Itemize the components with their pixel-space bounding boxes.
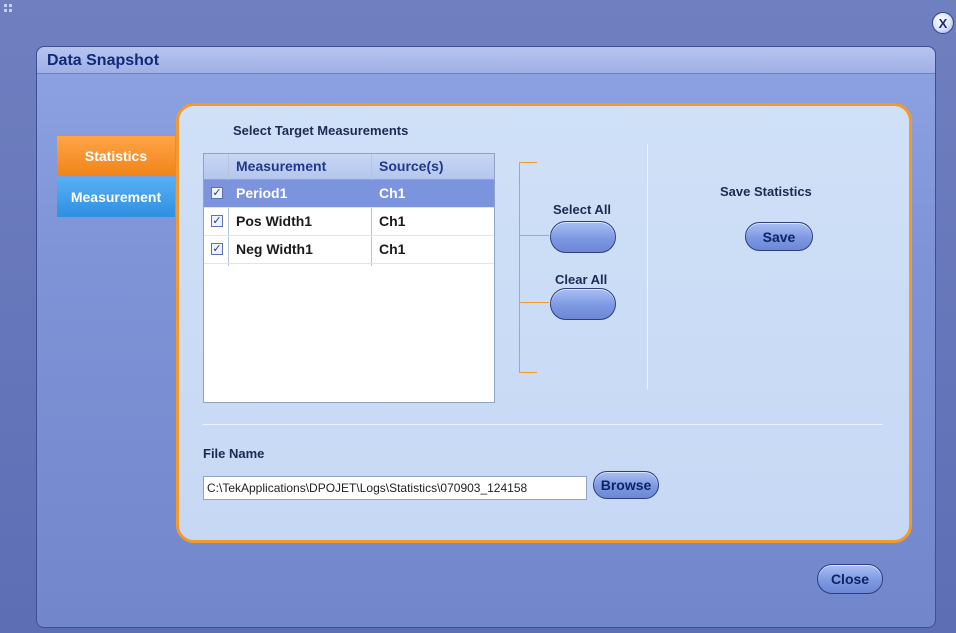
source-cell: Ch1	[379, 213, 406, 229]
file-name-field[interactable]: C:\TekApplications\DPOJET\Logs\Statistic…	[203, 476, 587, 500]
row-checkbox[interactable]: ✓	[211, 215, 223, 227]
tab-measurement[interactable]: Measurement	[57, 177, 175, 217]
file-name-label: File Name	[203, 446, 265, 461]
resize-grip-icon	[4, 4, 18, 18]
section-divider	[203, 424, 883, 425]
source-cell: Ch1	[379, 185, 406, 201]
close-button[interactable]: Close	[817, 564, 883, 594]
bracket-line	[519, 162, 537, 163]
column-header-sources[interactable]: Source(s)	[379, 154, 444, 179]
dialog-title: Data Snapshot	[47, 52, 160, 69]
close-window-button[interactable]: X	[932, 12, 954, 34]
data-snapshot-dialog: Data Snapshot Statistics Measurement Sel…	[36, 46, 936, 628]
bracket-line	[519, 235, 549, 236]
select-all-button[interactable]	[550, 221, 616, 253]
column-header-measurement[interactable]: Measurement	[236, 154, 326, 179]
measurement-cell: Neg Width1	[236, 241, 313, 257]
select-all-label: Select All	[553, 202, 612, 217]
row-checkbox[interactable]: ✓	[211, 243, 223, 255]
table-row[interactable]: ✓ Pos Width1 Ch1	[204, 208, 494, 236]
table-header: Measurement Source(s)	[204, 154, 494, 180]
measurement-table: Measurement Source(s) ✓ Period1 Ch1 ✓ Po…	[203, 153, 495, 403]
measurement-cell: Pos Width1	[236, 213, 313, 229]
bracket-line	[519, 162, 520, 372]
desktop-background: X Data Snapshot Statistics Measurement S…	[0, 0, 956, 633]
row-checkbox[interactable]: ✓	[211, 187, 223, 199]
select-targets-heading: Select Target Measurements	[233, 123, 409, 138]
title-bar: Data Snapshot	[37, 47, 935, 74]
bracket-line	[519, 302, 549, 303]
table-row[interactable]: ✓ Neg Width1 Ch1	[204, 236, 494, 264]
measurement-cell: Period1	[236, 185, 288, 201]
table-row[interactable]: ✓ Period1 Ch1	[204, 180, 494, 208]
clear-all-label: Clear All	[555, 272, 608, 287]
save-statistics-heading: Save Statistics	[720, 184, 812, 199]
statistics-panel: Select Target Measurements Measurement S…	[176, 103, 912, 543]
source-cell: Ch1	[379, 241, 406, 257]
browse-button[interactable]: Browse	[593, 471, 659, 499]
bracket-line	[519, 372, 537, 373]
section-divider	[647, 144, 648, 389]
tab-statistics[interactable]: Statistics	[57, 136, 175, 176]
save-button[interactable]: Save	[745, 222, 813, 251]
clear-all-button[interactable]	[550, 288, 616, 320]
